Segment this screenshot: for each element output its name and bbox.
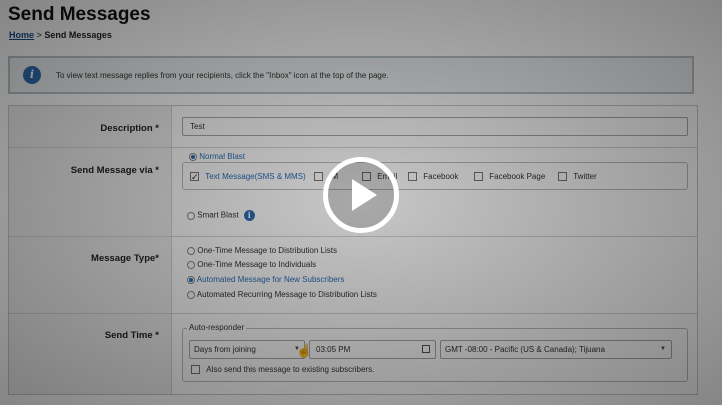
channel-facebook[interactable]: Facebook: [408, 172, 459, 182]
hand-cursor-icon: ☝: [296, 343, 313, 358]
breadcrumb-separator: >: [36, 30, 42, 40]
breadcrumb-home-link[interactable]: Home: [9, 30, 34, 40]
message-type-radio[interactable]: [187, 246, 195, 255]
send-via-label-text: Send Message via: [70, 165, 153, 176]
message-type-radio[interactable]: [187, 275, 195, 284]
required-marker: *: [155, 123, 159, 134]
facebook-label: Facebook: [423, 172, 459, 181]
message-type-radio[interactable]: [187, 260, 195, 269]
facebook-page-checkbox[interactable]: [474, 172, 483, 182]
time-input[interactable]: 03:05 PM: [309, 340, 436, 359]
description-label: Description *: [100, 123, 159, 134]
breadcrumb-current: Send Messages: [44, 30, 112, 40]
play-icon[interactable]: [323, 157, 399, 233]
schedule-select[interactable]: Days from joining ▼: [189, 340, 305, 359]
required-marker: *: [155, 330, 159, 341]
info-banner: i To view text message replies from your…: [8, 56, 694, 94]
message-type-row: Message Type* One-Time Message to Distri…: [9, 237, 697, 314]
send-time-row: Send Time * Auto-responder Days from joi…: [9, 314, 697, 394]
page-title: Send Messages: [8, 4, 151, 25]
twitter-checkbox[interactable]: [558, 172, 567, 182]
auto-responder-legend: Auto-responder: [187, 323, 247, 332]
message-type-label: Message Type*: [91, 253, 159, 264]
text-message-checkbox[interactable]: ✓: [190, 172, 199, 182]
text-message-label: Text Message(SMS & MMS): [205, 172, 306, 181]
channel-facebook-page[interactable]: Facebook Page: [474, 172, 546, 182]
info-banner-text: To view text message replies from your r…: [56, 71, 389, 80]
send-via-label: Send Message via *: [71, 165, 159, 176]
info-icon: i: [23, 66, 41, 84]
description-label-text: Description: [100, 123, 153, 134]
smart-blast-info-icon[interactable]: i: [243, 210, 255, 221]
smart-blast-radio[interactable]: [187, 211, 195, 220]
description-input-value: Test: [190, 122, 205, 131]
existing-subscribers-option[interactable]: Also send this message to existing subsc…: [191, 365, 375, 375]
twitter-label: Twitter: [573, 172, 597, 181]
smart-blast-label: Smart Blast: [197, 210, 239, 220]
message-type-option[interactable]: One-Time Message to Individuals: [187, 260, 316, 269]
message-type-option-label: One-Time Message to Individuals: [197, 260, 317, 269]
channel-text-message[interactable]: ✓ Text Message(SMS & MMS): [190, 172, 306, 182]
facebook-page-label: Facebook Page: [489, 172, 546, 181]
send-message-form: Description * Test Send Message via * No…: [8, 105, 698, 395]
required-marker: *: [155, 165, 159, 176]
timezone-select-value: GMT -08:00 - Pacific (US & Canada); Tiju…: [445, 345, 605, 354]
chevron-down-icon: ▼: [660, 346, 666, 352]
im-checkbox[interactable]: [314, 172, 323, 182]
message-type-option-label: Automated Message for New Subscribers: [196, 275, 345, 284]
message-type-radio[interactable]: [187, 290, 195, 299]
message-type-option[interactable]: Automated Message for New Subscribers: [187, 275, 344, 284]
channel-twitter[interactable]: Twitter: [558, 172, 597, 182]
play-triangle: [352, 179, 377, 211]
required-marker: *: [155, 253, 159, 264]
normal-blast-option[interactable]: Normal Blast: [187, 152, 248, 161]
smart-blast-option[interactable]: Smart Blast i: [187, 210, 255, 221]
time-input-value: 03:05 PM: [316, 345, 351, 354]
send-time-label: Send Time *: [105, 330, 159, 341]
existing-subscribers-label: Also send this message to existing subsc…: [206, 365, 375, 374]
clock-icon[interactable]: [422, 345, 430, 353]
description-row: Description * Test: [9, 106, 697, 148]
description-input[interactable]: Test: [182, 117, 688, 136]
breadcrumb: Home > Send Messages: [9, 30, 112, 40]
timezone-select[interactable]: GMT -08:00 - Pacific (US & Canada); Tiju…: [440, 340, 672, 359]
normal-blast-label: Normal Blast: [199, 152, 246, 161]
send-time-label-text: Send Time: [104, 330, 153, 341]
message-type-option[interactable]: One-Time Message to Distribution Lists: [187, 246, 337, 255]
existing-subscribers-checkbox[interactable]: [191, 365, 200, 375]
schedule-select-value: Days from joining: [194, 345, 256, 354]
message-type-option-label: One-Time Message to Distribution Lists: [197, 246, 337, 255]
message-type-option[interactable]: Automated Recurring Message to Distribut…: [187, 290, 377, 299]
screen: Send Messages Home > Send Messages i To …: [0, 0, 722, 405]
facebook-checkbox[interactable]: [408, 172, 417, 182]
message-type-option-label: Automated Recurring Message to Distribut…: [196, 290, 377, 299]
message-type-label-text: Message Type: [91, 253, 156, 264]
normal-blast-radio[interactable]: [189, 152, 197, 161]
